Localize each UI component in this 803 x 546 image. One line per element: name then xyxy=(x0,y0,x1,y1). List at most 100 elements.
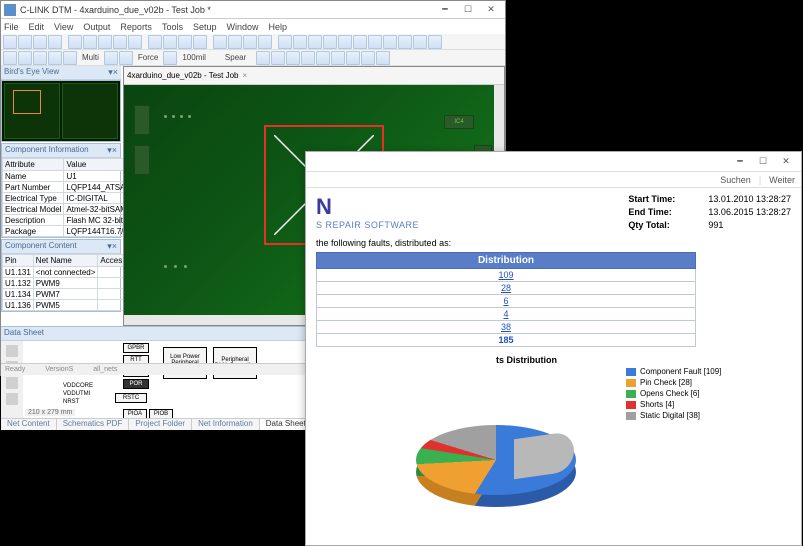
tab-netinfo[interactable]: Net Information xyxy=(192,419,260,430)
tool-icon[interactable] xyxy=(271,51,285,65)
tool-icon[interactable] xyxy=(398,35,412,49)
menu-setup[interactable]: Setup xyxy=(193,22,217,32)
block: GPBR xyxy=(123,343,149,353)
tool-icon[interactable] xyxy=(228,35,242,49)
tool-icon[interactable] xyxy=(98,35,112,49)
legend-item: Component Fault [109] xyxy=(626,367,721,376)
report-meta: Start Time:13.01.2010 13:28:27 End Time:… xyxy=(628,194,791,233)
next-label[interactable]: Weiter xyxy=(769,175,795,185)
tool-icon[interactable] xyxy=(113,35,127,49)
lock-icon[interactable] xyxy=(6,345,18,357)
tool-icon[interactable] xyxy=(3,51,17,65)
fault-line: the following faults, distributed as: xyxy=(316,238,791,248)
menu-reports[interactable]: Reports xyxy=(120,22,152,32)
tool-icon[interactable] xyxy=(286,51,300,65)
tool-icon[interactable] xyxy=(361,51,375,65)
tool-icon[interactable] xyxy=(383,35,397,49)
menubar: File Edit View Output Reports Tools Setu… xyxy=(1,19,505,34)
tab-netcontent[interactable]: Net Content xyxy=(1,419,57,430)
block: PIOA xyxy=(123,409,147,418)
panel-close-icon[interactable]: ▾× xyxy=(108,67,118,78)
tool-icon[interactable] xyxy=(256,51,270,65)
tool-icon[interactable] xyxy=(148,35,162,49)
tool-multi[interactable]: Multi xyxy=(78,53,103,62)
datasheet-tool-strip xyxy=(1,341,23,418)
tool-icon[interactable] xyxy=(18,35,32,49)
tool-icon[interactable] xyxy=(316,51,330,65)
tool-icon[interactable] xyxy=(413,35,427,49)
tool-icon[interactable] xyxy=(83,35,97,49)
tool-icon[interactable] xyxy=(278,35,292,49)
component-info-header[interactable]: Component Information▾× xyxy=(2,144,120,158)
component-content-header[interactable]: Component Content▾× xyxy=(2,240,120,254)
tool-icon[interactable] xyxy=(301,51,315,65)
legend-swatch xyxy=(626,379,636,387)
tool-icon[interactable] xyxy=(368,35,382,49)
tool-icon[interactable] xyxy=(119,51,133,65)
tool-icon[interactable] xyxy=(353,35,367,49)
birdseye-view[interactable] xyxy=(1,80,121,142)
tool-icon[interactable] xyxy=(48,35,62,49)
panel-close-icon[interactable]: ▾× xyxy=(107,145,117,156)
tool-icon[interactable] xyxy=(213,35,227,49)
menu-window[interactable]: Window xyxy=(226,22,258,32)
tool-icon[interactable] xyxy=(6,377,18,389)
tool-icon[interactable] xyxy=(293,35,307,49)
tool-icon[interactable] xyxy=(68,35,82,49)
tool-icon[interactable] xyxy=(18,51,32,65)
tool-icon[interactable] xyxy=(128,35,142,49)
tool-force[interactable]: Force xyxy=(134,53,162,62)
maximize-button[interactable]: ☐ xyxy=(457,3,479,17)
legend-swatch xyxy=(626,368,636,376)
tool-icon[interactable] xyxy=(193,35,207,49)
menu-edit[interactable]: Edit xyxy=(29,22,45,32)
menu-output[interactable]: Output xyxy=(83,22,110,32)
tool-icon[interactable] xyxy=(308,35,322,49)
tool-icon[interactable] xyxy=(104,51,118,65)
end-time-label: End Time: xyxy=(628,207,708,217)
ic-shape xyxy=(134,105,150,135)
document-tab[interactable]: 4xarduino_due_v02b - Test Job × xyxy=(124,67,504,85)
tab-projectfolder[interactable]: Project Folder xyxy=(129,419,192,430)
tool-icon[interactable] xyxy=(243,35,257,49)
tool-icon[interactable] xyxy=(163,35,177,49)
menu-file[interactable]: File xyxy=(4,22,19,32)
tab-schematics[interactable]: Schematics PDF xyxy=(57,419,130,430)
tool-icon[interactable] xyxy=(63,51,77,65)
tool-icon[interactable] xyxy=(428,35,442,49)
pin-label: NRST xyxy=(63,399,79,405)
toolbar-2: Multi Force 100mil Spear xyxy=(1,50,505,66)
tool-icon[interactable] xyxy=(48,51,62,65)
tool-icon[interactable] xyxy=(6,393,18,405)
minimize-button[interactable]: ━ xyxy=(729,155,751,169)
tool-icon[interactable] xyxy=(376,51,390,65)
birdseye-header[interactable]: Bird's Eye View▾× xyxy=(1,66,121,80)
tool-icon[interactable] xyxy=(33,51,47,65)
titlebar[interactable]: C-LINK DTM - 4xarduino_due_v02b - Test J… xyxy=(1,1,505,19)
tool-icon[interactable] xyxy=(323,35,337,49)
report-titlebar[interactable]: ━ ☐ ✕ xyxy=(306,152,801,172)
close-button[interactable]: ✕ xyxy=(480,3,502,17)
search-label[interactable]: Suchen xyxy=(720,175,751,185)
start-time-label: Start Time: xyxy=(628,194,708,204)
ic-shape xyxy=(134,145,150,175)
menu-help[interactable]: Help xyxy=(269,22,288,32)
tool-icon[interactable] xyxy=(33,35,47,49)
tab-close-icon[interactable]: × xyxy=(243,71,248,80)
tool-icon[interactable] xyxy=(258,35,272,49)
tool-icon[interactable] xyxy=(338,35,352,49)
menu-tools[interactable]: Tools xyxy=(162,22,183,32)
close-button[interactable]: ✕ xyxy=(775,155,797,169)
panel-close-icon[interactable]: ▾× xyxy=(107,241,117,252)
maximize-button[interactable]: ☐ xyxy=(752,155,774,169)
menu-view[interactable]: View xyxy=(54,22,73,32)
tool-icon[interactable] xyxy=(331,51,345,65)
minimize-button[interactable]: ━ xyxy=(434,3,456,17)
table-row: 6 xyxy=(317,295,696,308)
tool-icon[interactable] xyxy=(178,35,192,49)
tool-dist[interactable]: 100mil xyxy=(178,53,210,62)
tool-icon[interactable] xyxy=(3,35,17,49)
tool-spear[interactable]: Spear xyxy=(221,53,250,62)
tool-icon[interactable] xyxy=(346,51,360,65)
tool-icon[interactable] xyxy=(163,51,177,65)
